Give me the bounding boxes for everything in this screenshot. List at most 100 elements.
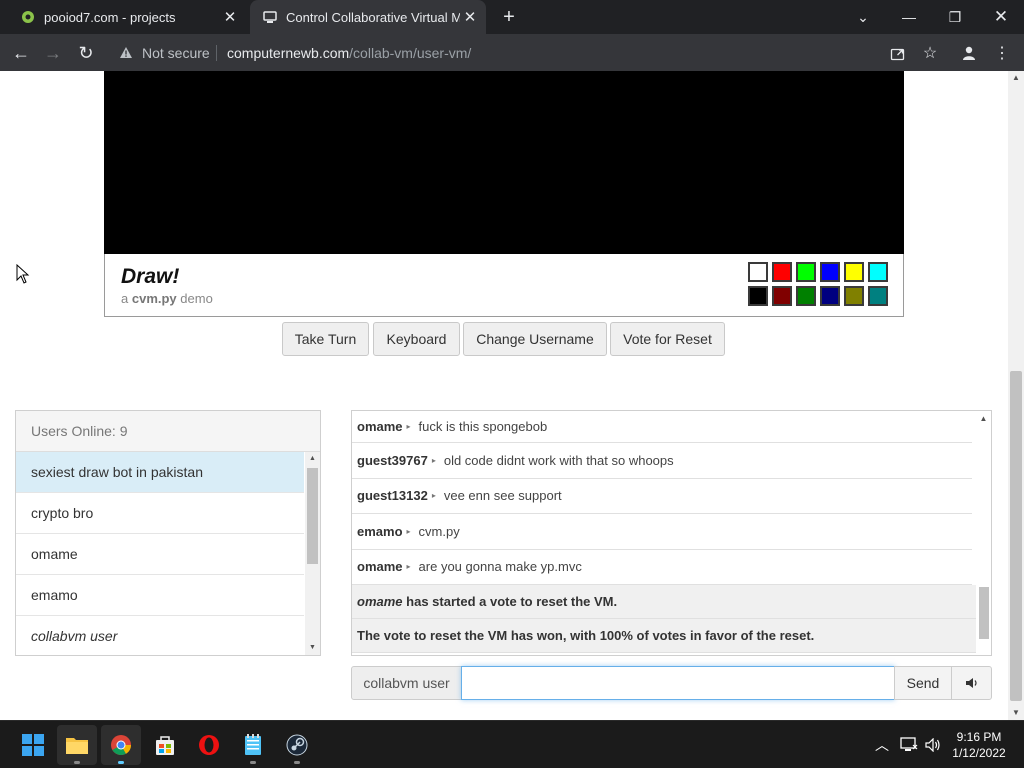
user-list-item[interactable]: emamo [16,575,304,616]
back-arrow-icon[interactable]: ← [8,40,34,66]
color-swatch[interactable] [868,262,888,282]
url-text[interactable]: computernewb.com/collab-vm/user-vm/ [227,45,471,61]
users-online-panel: Users Online: 9 sexiest draw bot in paki… [15,410,321,656]
scroll-thumb[interactable] [979,587,989,639]
scroll-up-arrow-icon[interactable]: ▲ [976,413,991,425]
user-list-item[interactable]: omame [16,534,304,575]
close-window-icon[interactable]: ✕ [978,0,1024,34]
color-swatch[interactable] [844,262,864,282]
tab-title: Control Collaborative Virtual Mac [286,9,460,25]
color-swatch[interactable] [820,262,840,282]
vm-info-bar: Draw! a cvm.py demo [104,254,904,317]
keyboard-button[interactable]: Keyboard [373,322,460,356]
users-list[interactable]: sexiest draw bot in pakistan crypto bro … [16,452,304,655]
vm-subtitle: a cvm.py demo [121,291,213,306]
new-tab-icon[interactable]: + [496,5,522,29]
restore-icon[interactable]: ❐ [932,0,978,34]
clock-date: 1/12/2022 [952,746,1006,760]
address-bar[interactable]: Not secure computernewb.com/collab-vm/us… [110,39,916,67]
address-divider [216,45,217,61]
warning-triangle-icon[interactable] [119,46,133,64]
chat-text: are you gonna make yp.mvc [418,559,582,575]
users-scrollbar[interactable]: ▲ ▼ [305,452,320,655]
user-list-item[interactable]: sexiest draw bot in pakistan [16,452,304,493]
tab-search-chevron-icon[interactable]: ⌄ [840,0,886,34]
chat-text: cvm.py [418,523,460,539]
chat-message: omame ▸ fuck is this spongebob [352,411,972,443]
windows-taskbar: ︿ 9:16 PM 1/12/2022 [0,720,1024,768]
speaker-icon [965,678,977,688]
chat-arrow-icon: ▸ [406,526,411,536]
color-swatch[interactable] [868,286,888,306]
vote-reset-button[interactable]: Vote for Reset [610,322,725,356]
scroll-down-arrow-icon[interactable]: ▼ [1008,706,1024,720]
scroll-thumb[interactable] [1010,371,1022,701]
running-indicator [74,761,80,764]
send-button[interactable]: Send [894,666,952,700]
minimize-icon[interactable]: — [886,0,932,34]
file-explorer-icon[interactable] [57,725,97,765]
vm-display[interactable] [104,71,904,254]
tab-title: pooiod7.com - projects [44,9,176,25]
vote-starter-username: omame [357,594,403,609]
microsoft-store-icon[interactable] [145,725,185,765]
chat-message: guest13132 ▸ vee enn see support [352,479,972,514]
notepad-icon[interactable] [233,725,273,765]
menu-kebab-icon[interactable]: ⋮ [991,42,1013,64]
scroll-thumb[interactable] [307,468,318,564]
chat-message-list[interactable]: omame ▸ fuck is this spongebob guest39767 ▸… [352,411,976,655]
chat-message-input[interactable] [461,666,895,700]
color-swatch[interactable] [796,286,816,306]
chat-username: guest13132 [357,488,428,504]
profile-icon[interactable] [958,42,980,64]
forward-arrow-icon[interactable]: → [40,40,66,66]
user-list-item-self[interactable]: collabvm user [16,616,304,655]
share-icon[interactable] [886,42,908,64]
color-swatch[interactable] [772,262,792,282]
change-username-button[interactable]: Change Username [463,322,607,356]
scroll-down-arrow-icon[interactable]: ▼ [305,641,320,655]
chrome-icon[interactable] [101,725,141,765]
color-swatch[interactable] [772,286,792,306]
chat-username: omame [357,419,403,434]
chat-arrow-icon: ▸ [406,422,411,431]
subtitle-bold: cvm.py [131,291,177,306]
user-list-item[interactable]: crypto bro [16,493,304,534]
close-tab-icon[interactable]: ✕ [460,7,480,27]
chat-scrollbar[interactable]: ▲ [976,411,991,655]
sound-toggle-button[interactable] [951,666,992,700]
chat-username: omame [357,559,403,575]
color-swatch[interactable] [748,286,768,306]
browser-tab-strip: pooiod7.com - projects ✕ Control Collabo… [0,0,1024,34]
bookmark-star-icon[interactable]: ☆ [919,42,941,64]
running-indicator [250,761,256,764]
reload-icon[interactable]: ↻ [73,40,99,66]
volume-icon[interactable] [922,721,944,769]
color-swatch[interactable] [796,262,816,282]
page-scrollbar[interactable]: ▲ ▼ [1008,71,1024,720]
color-swatch[interactable] [844,286,864,306]
start-windows-icon[interactable] [13,725,53,765]
chat-username-label: collabvm user [351,666,462,700]
chat-username: guest39767 [357,452,428,468]
color-swatch[interactable] [748,262,768,282]
chat-panel: omame ▸ fuck is this spongebob guest39767 ▸… [351,410,992,656]
color-swatch[interactable] [820,286,840,306]
taskbar-clock[interactable]: 9:16 PM 1/12/2022 [944,729,1014,761]
opera-icon[interactable] [189,725,229,765]
android-favicon-icon [20,9,36,25]
tab-collabvm[interactable]: Control Collaborative Virtual Mac ✕ [250,0,486,34]
close-tab-icon[interactable]: ✕ [220,7,240,27]
tray-overflow-chevron-icon[interactable]: ︿ [872,721,892,769]
users-online-header: Users Online: 9 [16,411,320,452]
steam-icon[interactable] [277,725,317,765]
scroll-up-arrow-icon[interactable]: ▲ [305,452,320,466]
browser-toolbar: ← → ↻ Not secure computernewb.com/collab… [0,34,1024,71]
tab-pooiod7-projects[interactable]: pooiod7.com - projects ✕ [8,0,246,34]
not-secure-label[interactable]: Not secure [142,45,210,61]
network-icon[interactable] [898,721,920,769]
scroll-up-arrow-icon[interactable]: ▲ [1008,71,1024,85]
clock-time: 9:16 PM [956,730,1002,744]
take-turn-button[interactable]: Take Turn [282,322,369,356]
running-indicator [294,761,300,764]
